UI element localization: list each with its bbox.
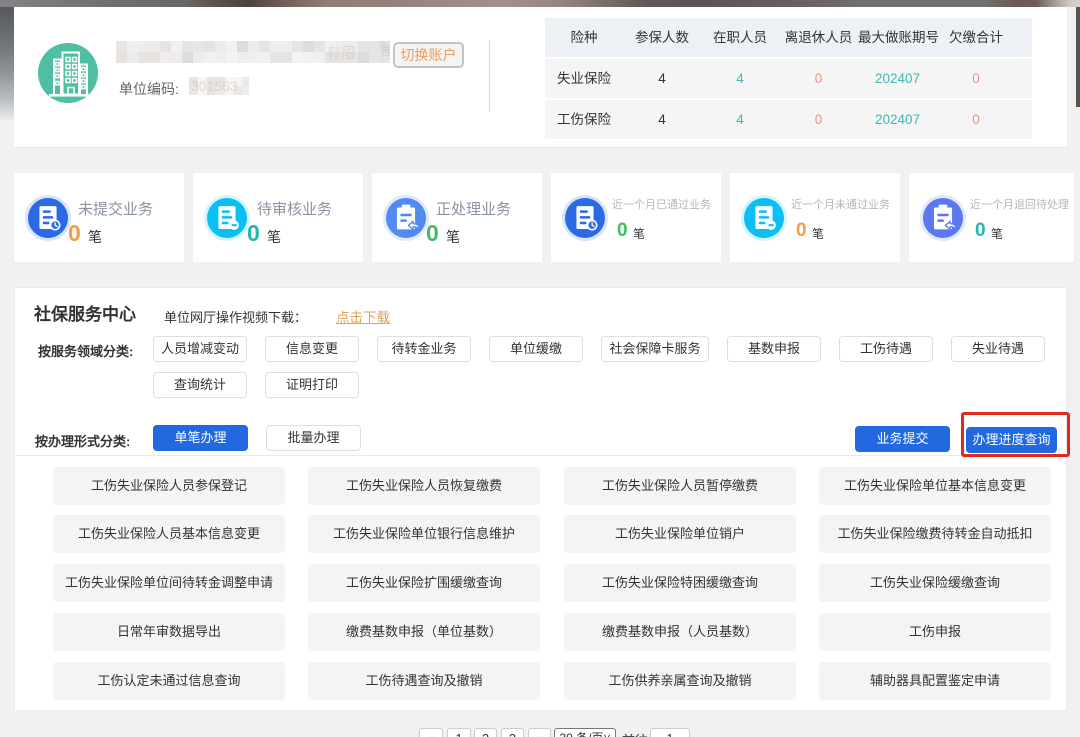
svg-text:司: 司: [381, 45, 390, 60]
svg-text:301563: 301563: [191, 78, 238, 94]
svg-text:有限: 有限: [326, 45, 356, 62]
